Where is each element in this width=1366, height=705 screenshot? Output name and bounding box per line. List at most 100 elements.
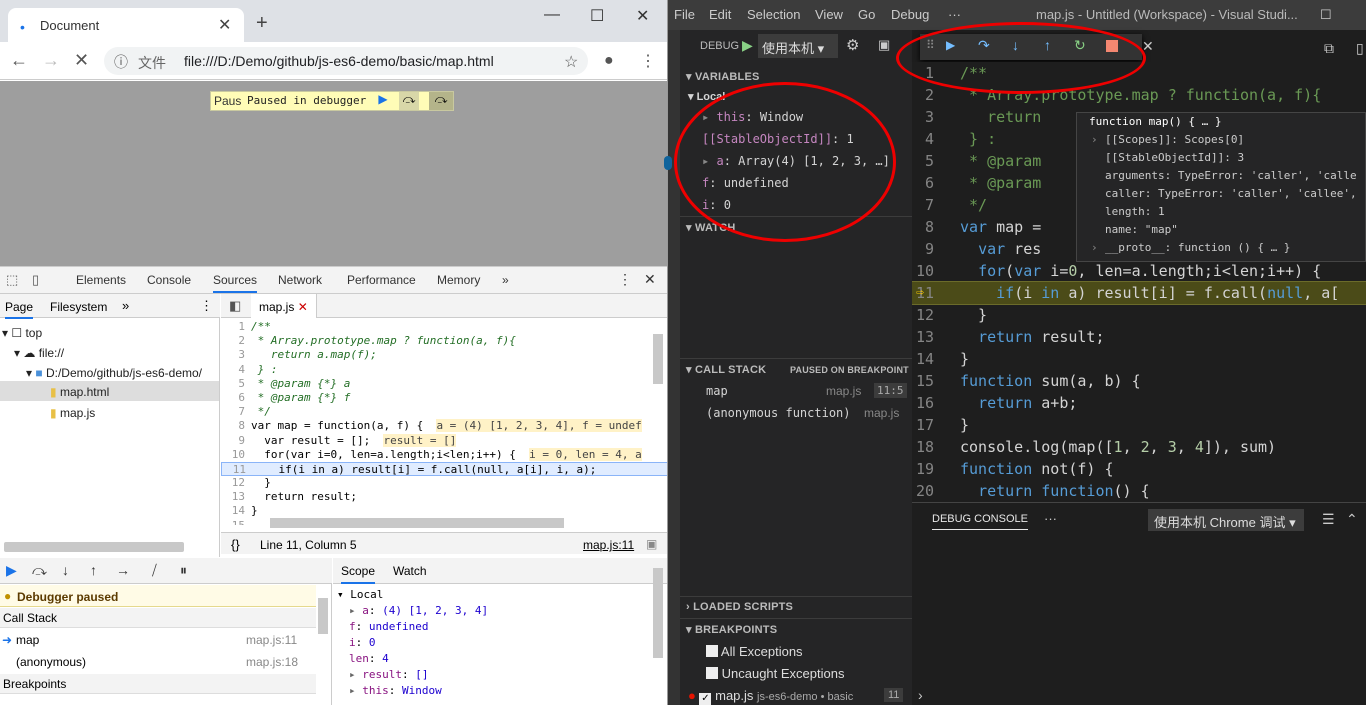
panel-more[interactable]: ··· xyxy=(1044,511,1057,526)
tab-sources[interactable]: Sources xyxy=(213,273,258,293)
vs-code-line[interactable]: 16 return a+b; xyxy=(912,392,1366,414)
vs-code-line[interactable]: 14} xyxy=(912,348,1366,370)
loaded-scripts-header[interactable]: › LOADED SCRIPTS xyxy=(680,596,912,618)
nav-tab-filesystem[interactable]: Filesystem xyxy=(50,300,107,314)
vs-line-number[interactable]: 20 xyxy=(912,480,960,502)
menu-debug[interactable]: Debug xyxy=(891,7,929,22)
line-number[interactable]: 2 xyxy=(221,334,251,348)
vs-line-number[interactable]: 8 xyxy=(912,216,960,238)
hover-line[interactable]: length: 1 xyxy=(1077,203,1365,221)
clear-console-icon[interactable]: ☰ xyxy=(1322,511,1335,528)
hover-line[interactable]: › __proto__: function () { … } xyxy=(1077,239,1365,257)
more-nav-icon[interactable]: » xyxy=(122,298,129,313)
vs-code-line[interactable]: 12 } xyxy=(912,304,1366,326)
tab-console[interactable]: Console xyxy=(147,273,191,287)
vs-line-number[interactable]: 3 xyxy=(912,106,960,128)
star-icon[interactable]: ☆ xyxy=(564,52,578,72)
step-out-icon[interactable]: ↑ xyxy=(90,562,97,578)
scope-var[interactable]: ▸ a: (4) [1, 2, 3, 4] xyxy=(349,604,488,620)
code-line[interactable]: 3 return a.map(f); xyxy=(221,348,667,362)
vs-code-line[interactable]: 19 function not(f) { xyxy=(912,458,1366,480)
address-bar[interactable]: ⓘ 文件 file:///D:/Demo/github/js-es6-demo/… xyxy=(104,47,588,75)
vs-line-number[interactable]: 18 xyxy=(912,436,960,458)
line-number[interactable]: 9 xyxy=(221,434,251,448)
expand-icon[interactable]: › xyxy=(1091,131,1098,149)
stack-frame-map[interactable]: ➜ map map.js:11 xyxy=(0,630,316,650)
pretty-print-icon[interactable]: {} xyxy=(231,537,240,552)
vs-code-line[interactable]: 13 return result; xyxy=(912,326,1366,348)
step-icon[interactable]: → xyxy=(116,562,130,578)
callstack-header[interactable]: ▾ CALL STACK PAUSED ON BREAKPOINT xyxy=(680,358,912,380)
source-link[interactable]: map.js:11 xyxy=(583,538,634,552)
pause-exceptions-icon[interactable]: ⏸ xyxy=(180,562,187,579)
tab-performance[interactable]: Performance xyxy=(347,273,416,287)
hover-line[interactable]: › [[Scopes]]: Scopes[0] xyxy=(1077,131,1365,149)
forward-icon[interactable]: → xyxy=(42,50,60,71)
hover-line[interactable]: arguments: TypeError: 'caller', 'calle xyxy=(1077,167,1365,185)
call-stack-header[interactable]: Call Stack xyxy=(0,608,316,628)
editor-vscroll[interactable] xyxy=(653,334,663,384)
editor-hscroll[interactable] xyxy=(270,518,564,528)
line-number[interactable]: 14 xyxy=(221,504,251,518)
coverage-icon[interactable]: ▣ xyxy=(646,537,657,551)
line-number[interactable]: 4 xyxy=(221,363,251,377)
code-line[interactable]: 5 * @param {*} a xyxy=(221,377,667,391)
menu-view[interactable]: View xyxy=(815,7,843,22)
tree-folder[interactable]: ▾ ■ D:/Demo/github/js-es6-demo/ xyxy=(26,366,220,380)
layout-icon[interactable]: ▯ xyxy=(1356,40,1364,57)
code-line[interactable]: 1/** xyxy=(221,320,667,334)
menu-more[interactable]: ··· xyxy=(948,7,961,22)
scope-var[interactable]: ▸ this: Window xyxy=(349,684,488,700)
line-number[interactable]: 6 xyxy=(221,391,251,405)
code-line[interactable]: 11 if(i in a) result[i] = f.call(null, a… xyxy=(221,461,667,477)
tree-top[interactable]: ▾ ☐ top xyxy=(2,326,42,340)
vs-line-number[interactable]: 15 xyxy=(912,370,960,392)
tab-watch[interactable]: Watch xyxy=(393,564,427,578)
code-line[interactable]: 7 */ xyxy=(221,405,667,419)
checkbox-icon[interactable] xyxy=(706,645,718,657)
checked-checkbox-icon[interactable]: ✓ xyxy=(699,693,712,705)
step-over-icon-2[interactable]: ⤼ xyxy=(429,92,453,110)
code-line[interactable]: 2 * Array.prototype.map ? function(a, f)… xyxy=(221,334,667,348)
code-line[interactable]: 12 } xyxy=(221,476,667,490)
browser-tab[interactable]: • Document ✕ xyxy=(8,8,244,42)
bp-all-exceptions[interactable]: All Exceptions xyxy=(706,644,803,659)
vs-line-number[interactable]: 10 xyxy=(912,260,960,282)
vs-line-number[interactable]: 19 xyxy=(912,458,960,480)
tab-elements[interactable]: Elements xyxy=(76,273,126,287)
nav-scrollbar[interactable] xyxy=(4,542,184,552)
step-into-icon[interactable]: ↓ xyxy=(62,562,69,578)
vs-line-number[interactable]: 9 xyxy=(912,238,960,260)
code-line[interactable]: 14} xyxy=(221,504,667,518)
vs-line-number[interactable]: 17 xyxy=(912,414,960,436)
hover-line[interactable]: name: "map" xyxy=(1077,221,1365,239)
code-line[interactable]: 4 } : xyxy=(221,363,667,377)
scope-var[interactable]: ▸ result: [] xyxy=(349,668,488,684)
devtools-close-icon[interactable]: ✕ xyxy=(644,271,656,288)
breakpoints-header-vs[interactable]: ▾ BREAKPOINTS xyxy=(680,618,912,640)
minimize-icon[interactable]: — xyxy=(544,6,560,24)
code-area[interactable]: 1/** 2 * Array.prototype.map ? function(a… xyxy=(221,320,667,525)
bp-file-entry[interactable]: ● ✓ map.js js-es6-demo • basic 11 xyxy=(688,688,912,705)
tab-memory[interactable]: Memory xyxy=(437,273,480,287)
current-line-breakpoint-icon[interactable]: ⇨ xyxy=(916,282,924,304)
vs-code-line[interactable]: 17} xyxy=(912,414,1366,436)
device-icon[interactable]: ▯ xyxy=(32,272,39,288)
line-number[interactable]: 7 xyxy=(221,405,251,419)
new-tab-icon[interactable]: + xyxy=(256,12,268,35)
line-number[interactable]: 5 xyxy=(221,377,251,391)
hover-line[interactable]: caller: TypeError: 'caller', 'callee', xyxy=(1077,185,1365,203)
vs-code-line[interactable]: 10 for(var i=0, len=a.length;i<len;i++) … xyxy=(912,260,1366,282)
stop-icon[interactable]: ✕ xyxy=(74,50,89,71)
resume-icon[interactable]: ▶ xyxy=(374,92,392,110)
bp-uncaught[interactable]: Uncaught Exceptions xyxy=(706,666,844,681)
resume-icon[interactable]: ▶ xyxy=(6,562,17,579)
tree-file-map-js[interactable]: ▮ map.js xyxy=(50,406,95,420)
panel-tab-debug-console[interactable]: DEBUG CONSOLE xyxy=(932,513,1028,530)
nav-menu-icon[interactable]: ⋮ xyxy=(200,298,213,314)
inspect-icon[interactable]: ⬚ xyxy=(6,272,18,288)
line-number[interactable]: 8 xyxy=(221,419,251,433)
vs-code-line[interactable]: 15 function sum(a, b) { xyxy=(912,370,1366,392)
hover-line[interactable]: function map() { … } xyxy=(1077,113,1365,131)
vs-line-number[interactable]: 6 xyxy=(912,172,960,194)
